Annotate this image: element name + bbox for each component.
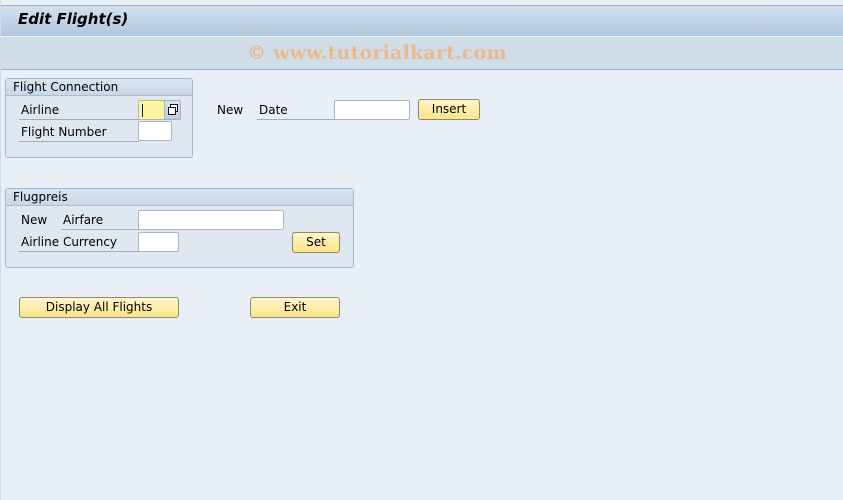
- date-input[interactable]: [334, 100, 410, 120]
- airline-currency-label: Airline Currency: [19, 232, 139, 252]
- flight-number-input[interactable]: [138, 121, 172, 141]
- airline-value-help-button[interactable]: [164, 100, 181, 120]
- page-title: Edit Flight(s): [18, 10, 129, 28]
- airline-input[interactable]: [138, 100, 165, 120]
- display-all-flights-button[interactable]: Display All Flights: [19, 297, 179, 318]
- airline-currency-input[interactable]: [138, 232, 179, 252]
- text-cursor: [142, 104, 143, 117]
- new-date-prefix-label: New: [217, 103, 244, 117]
- flight-connection-title: Flight Connection: [6, 79, 192, 96]
- flight-number-label: Flight Number: [19, 122, 139, 142]
- set-button[interactable]: Set: [292, 232, 340, 253]
- airfare-input[interactable]: [138, 210, 284, 230]
- flugpreis-title: Flugpreis: [6, 189, 353, 206]
- airfare-label: Airfare: [61, 210, 139, 230]
- insert-button[interactable]: Insert: [418, 99, 480, 120]
- value-help-icon-front: [168, 107, 176, 115]
- new-airfare-prefix-label: New: [21, 213, 48, 227]
- title-bar: Edit Flight(s): [1, 5, 843, 36]
- watermark-text: © www.tutorialkart.com: [247, 42, 507, 64]
- application-toolbar: © www.tutorialkart.com: [1, 36, 843, 70]
- exit-button[interactable]: Exit: [250, 297, 340, 318]
- date-label: Date: [257, 100, 335, 120]
- airline-label: Airline: [19, 100, 139, 120]
